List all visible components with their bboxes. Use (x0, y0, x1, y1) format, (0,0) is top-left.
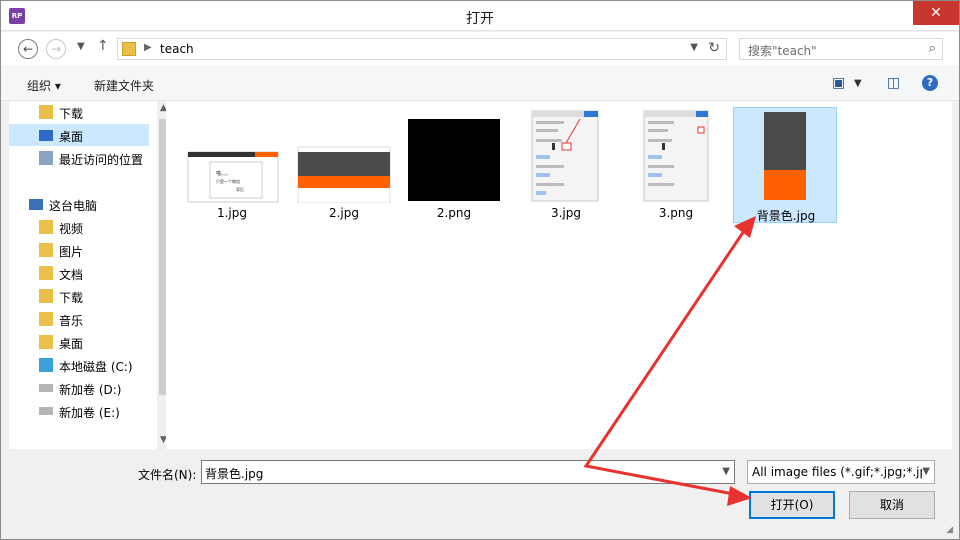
open-button[interactable]: 打开(O) (749, 491, 835, 519)
nav-item-label: 文档 (59, 268, 84, 282)
filename-value: 背景色.jpg (205, 467, 264, 481)
nav-item-label: 本地磁盘 (C:) (59, 360, 133, 374)
thumbnail (531, 110, 599, 202)
nav-item-label: 桌面 (59, 130, 84, 144)
preview-pane-icon[interactable]: ◫ (887, 75, 900, 91)
filename-label: 文件名(N): (138, 468, 197, 482)
nav-item-label: 音乐 (59, 314, 84, 328)
help-icon[interactable]: ? (922, 75, 938, 91)
chevron-down-icon: ▼ (77, 41, 85, 52)
file-name: 3.png (658, 206, 694, 220)
file-name: 2.jpg (328, 206, 360, 220)
file-name: 2.png (436, 206, 472, 220)
nav-item-label: 最近访问的位置 (59, 153, 144, 167)
nav-item-this-pc[interactable]: 这台电脑 (29, 193, 169, 215)
cancel-button[interactable]: 取消 (849, 491, 935, 519)
forward-button[interactable]: → (46, 39, 66, 59)
file-type-select[interactable]: All image files (*.gif;*.jpg;*.jp ▼ (747, 460, 935, 484)
desktop-icon (39, 130, 53, 141)
breadcrumb-separator-icon[interactable]: ▶ (144, 42, 152, 53)
file-item[interactable]: 3.jpg (514, 107, 618, 223)
file-item[interactable]: 2.jpg (292, 107, 396, 223)
file-item-selected[interactable]: 背景色.jpg (733, 107, 837, 223)
nav-item-label: 图片 (59, 245, 84, 259)
filename-dropdown-icon[interactable]: ▼ (722, 466, 730, 477)
up-button[interactable]: ↑ (97, 38, 109, 54)
file-name: 3.jpg (550, 206, 582, 220)
local-disk-icon (39, 358, 53, 372)
command-bar: 组织 ▾ 新建文件夹 ▣ ▼ ◫ ? (1, 67, 959, 101)
music-folder-icon (39, 312, 53, 326)
search-icon[interactable]: ⌕ (929, 41, 936, 56)
breadcrumb-teach[interactable]: teach (160, 42, 194, 56)
folder-icon (122, 42, 136, 56)
file-name: 1.jpg (216, 206, 248, 220)
organize-menu[interactable]: 组织 ▾ (27, 77, 61, 94)
file-item[interactable]: 2.png (402, 107, 506, 223)
file-list: 喵。。。 只是一个做馅 背后 1.jpg 2.jpg 2.png 3.jpg 3… (166, 101, 952, 449)
nav-item-label: 视频 (59, 222, 84, 236)
nav-item-desktop[interactable]: 桌面 (9, 124, 149, 146)
videos-folder-icon (39, 220, 53, 234)
thumb-text-3: 背后 (236, 186, 244, 192)
close-button[interactable]: ✕ (913, 1, 959, 25)
resize-grip-icon[interactable]: ◢ (946, 525, 953, 535)
search-placeholder: 搜索"teach" (748, 44, 817, 58)
address-dropdown-icon[interactable]: ▼ (690, 42, 698, 53)
file-item[interactable]: 3.png (624, 107, 728, 223)
recent-places-icon (39, 151, 53, 165)
drive-icon (39, 384, 53, 392)
up-arrow-icon: ↑ (97, 38, 109, 54)
new-folder-button[interactable]: 新建文件夹 (94, 77, 154, 94)
file-type-dropdown-icon[interactable]: ▼ (922, 466, 930, 477)
thumbnail (408, 119, 500, 201)
recent-locations-dropdown[interactable]: ▼ (77, 41, 85, 52)
dialog-title: 打开 (466, 11, 494, 27)
nav-item-label: 桌面 (59, 337, 84, 351)
file-type-value: All image files (*.gif;*.jpg;*.jp (752, 465, 928, 479)
download-folder-icon (39, 289, 53, 303)
title-bar[interactable]: RP 打开 ✕ (1, 1, 959, 31)
nav-item-label: 新加卷 (D:) (59, 383, 122, 397)
search-input[interactable]: 搜索"teach" ⌕ (739, 38, 943, 60)
thumbnail (297, 146, 391, 203)
forward-arrow-icon: → (50, 42, 62, 56)
file-name: 背景色.jpg (756, 209, 816, 223)
open-file-dialog: RP 打开 ✕ ← → ▼ ↑ ▶ teach ▼ ↻ 搜索"teach" ⌕ … (0, 0, 960, 540)
refresh-icon[interactable]: ↻ (708, 40, 720, 56)
dialog-footer: 文件名(N): 背景色.jpg ▼ All image files (*.gif… (1, 449, 959, 539)
address-row: ← → ▼ ↑ ▶ teach ▼ ↻ 搜索"teach" ⌕ (1, 32, 959, 66)
nav-item-label: 新加卷 (E:) (59, 406, 120, 420)
thumbnail (643, 110, 709, 202)
pictures-folder-icon (39, 243, 53, 257)
download-folder-icon (39, 105, 53, 119)
nav-item-label: 下载 (59, 291, 84, 305)
back-arrow-icon: ← (22, 42, 34, 56)
navigation-pane: 下载 桌面 最近访问的位置 这台电脑 视频 图片 文档 下载 音乐 桌面 本地磁… (9, 101, 173, 449)
documents-folder-icon (39, 266, 53, 280)
thumbnail: 喵。。。 只是一个做馅 背后 (187, 151, 279, 203)
nav-item-label: 下载 (59, 107, 84, 121)
thumb-text-1: 喵。。。 (216, 171, 231, 177)
back-button[interactable]: ← (18, 39, 38, 59)
thumb-text-2: 只是一个做馅 (216, 178, 240, 184)
change-view-icon[interactable]: ▣ (832, 75, 845, 91)
file-item[interactable]: 喵。。。 只是一个做馅 背后 1.jpg (180, 107, 284, 223)
thumbnail (764, 112, 806, 200)
drive-icon (39, 407, 53, 415)
computer-icon (29, 199, 43, 210)
view-options-dropdown-icon[interactable]: ▼ (854, 78, 862, 89)
desktop-folder-icon (39, 335, 53, 349)
address-bar[interactable]: ▶ teach ▼ ↻ (117, 38, 727, 60)
nav-item-label: 这台电脑 (49, 199, 98, 213)
filename-input[interactable]: 背景色.jpg ▼ (201, 460, 735, 484)
